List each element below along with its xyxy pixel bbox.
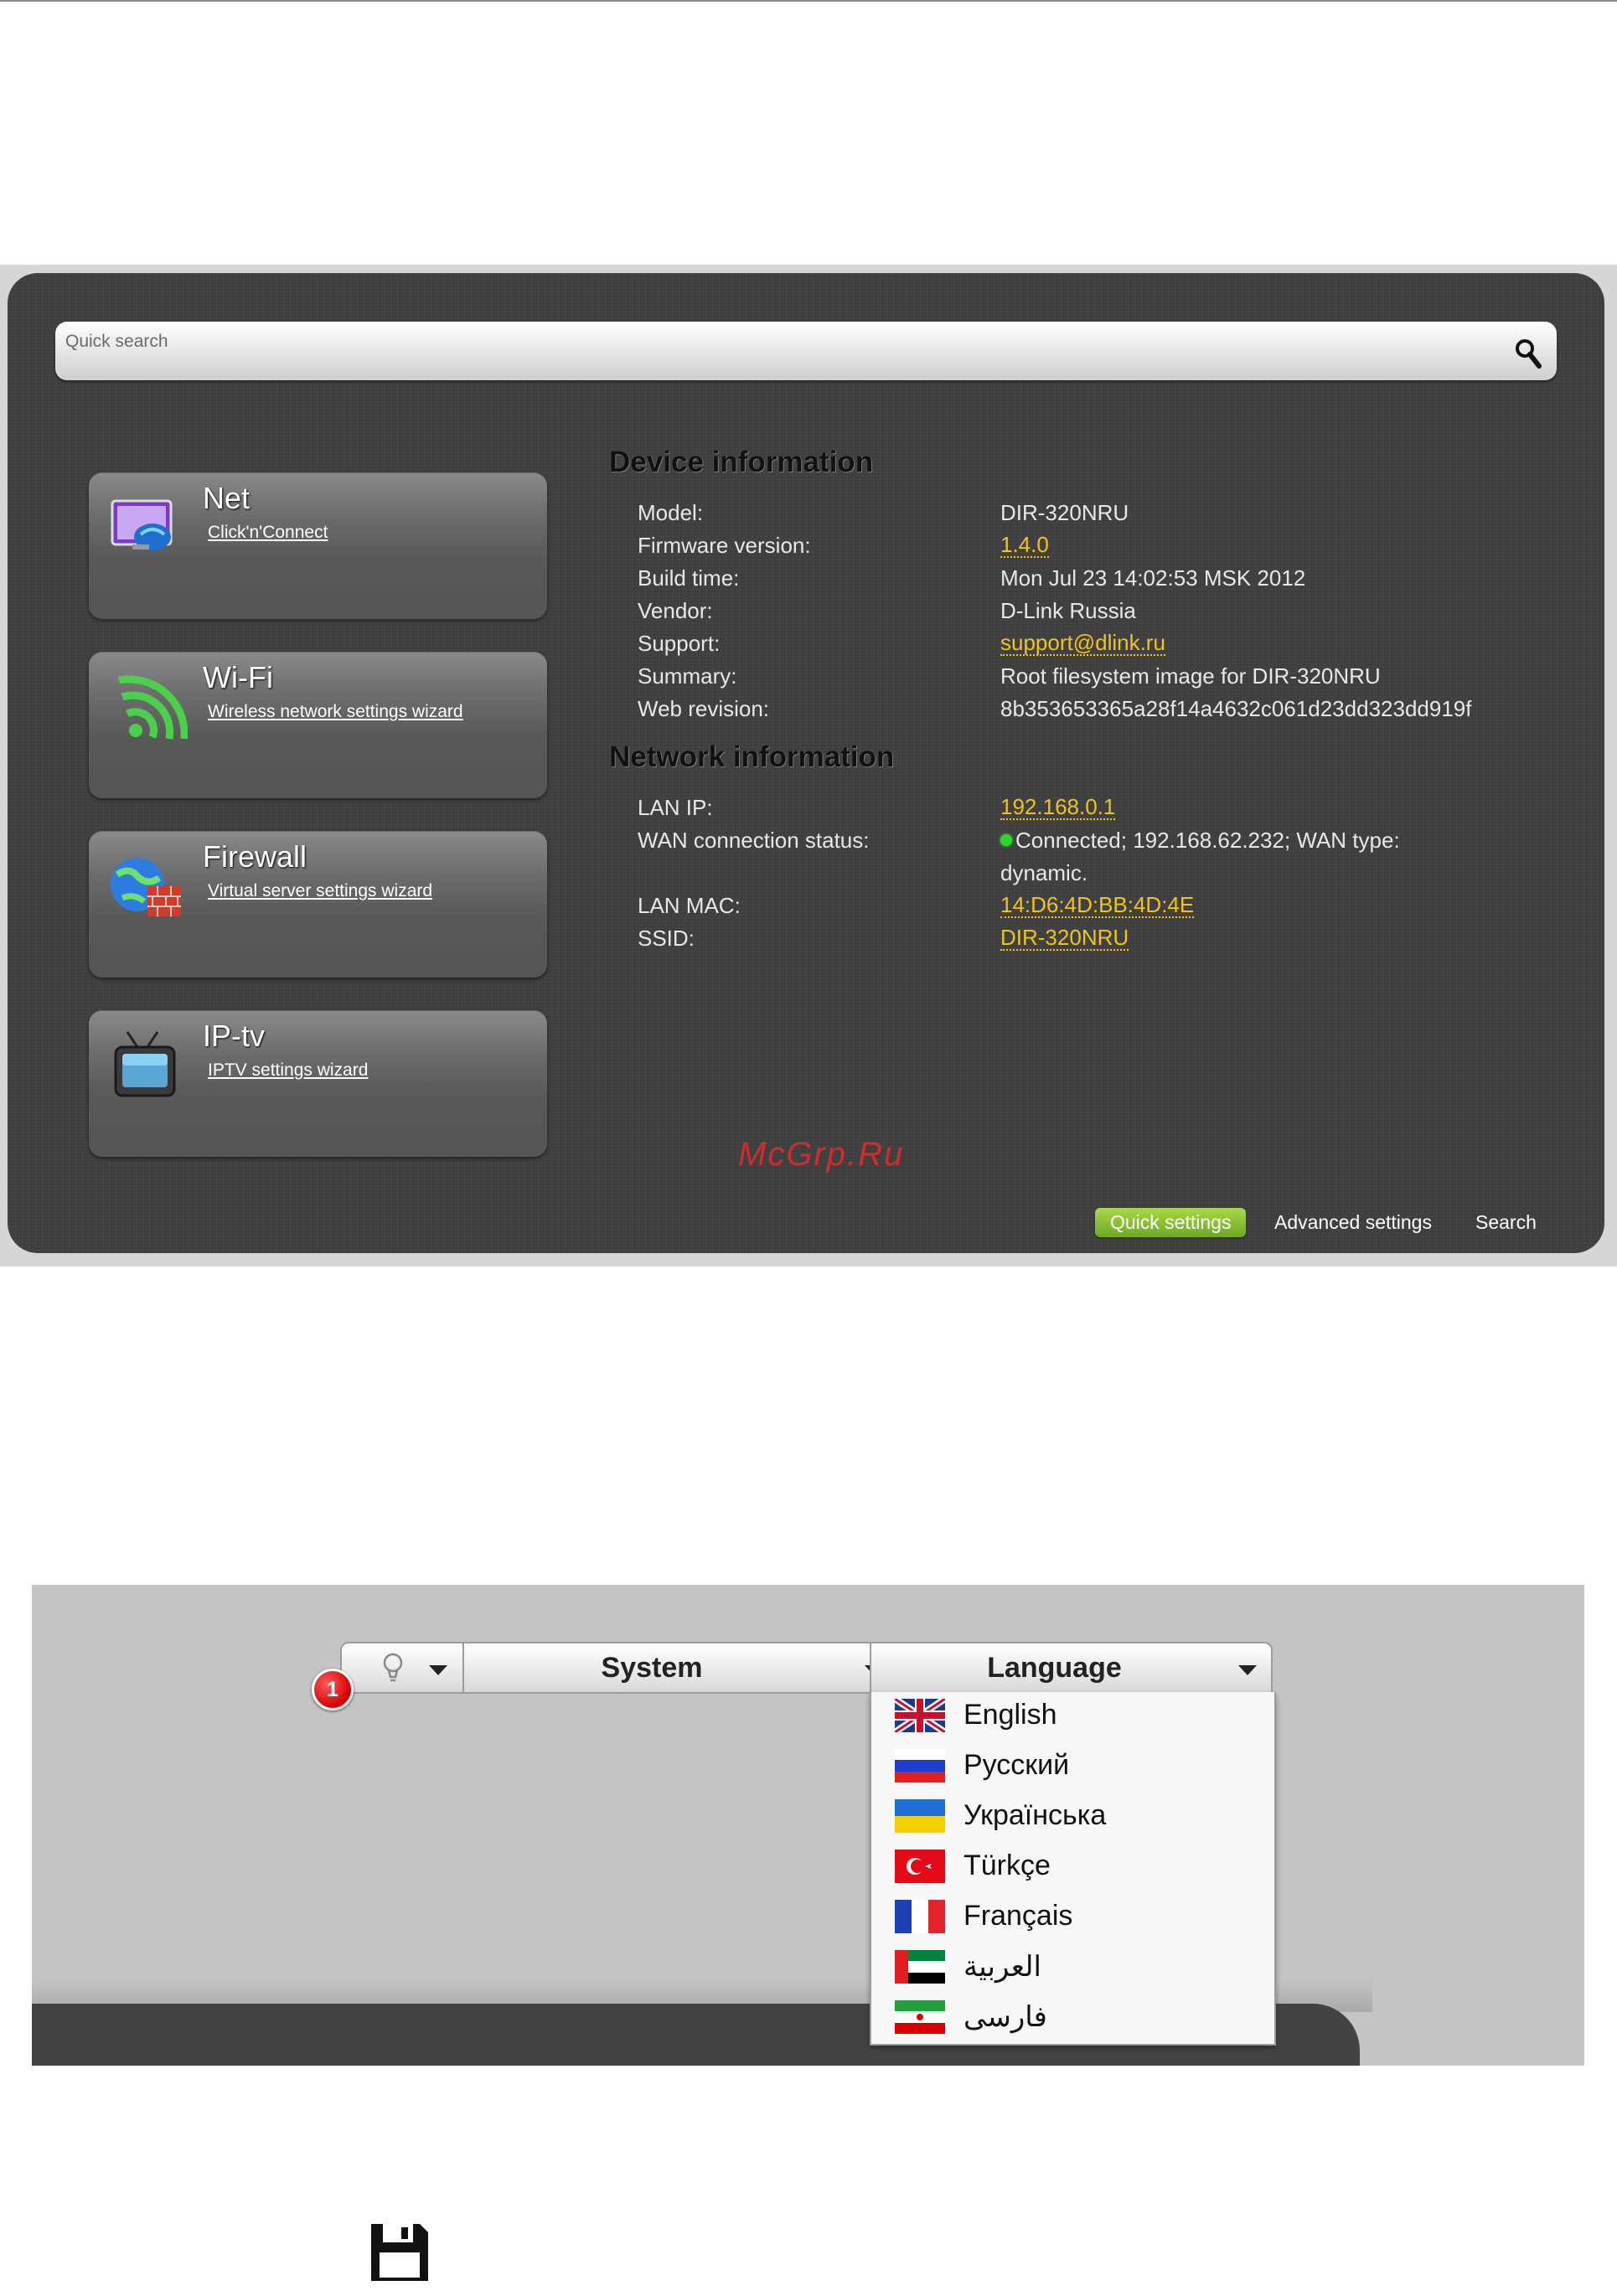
turkey-flag-icon (895, 1850, 945, 1883)
main-panel: Net Click'n'Connect Wi-Fi Wireless netwo… (8, 273, 1604, 1253)
click-n-connect-link[interactable]: Click'n'Connect (208, 523, 328, 543)
virtual-server-wizard-link[interactable]: Virtual server settings wizard (208, 881, 432, 901)
system-menu-button[interactable]: System (462, 1642, 901, 1694)
language-menu-screenshot: 1 System Language English Русский Україн… (32, 1585, 1584, 2066)
wifi-icon (118, 675, 188, 740)
wan-status-value: Connected; 192.168.62.232; WAN type: (1000, 828, 1400, 854)
language-menu-button[interactable]: Language (870, 1642, 1273, 1694)
language-option-persian[interactable]: فارسی (871, 1994, 1274, 2044)
search-nav-button[interactable]: Search (1475, 1211, 1537, 1234)
tile-iptv[interactable]: IP-tv IPTV settings wizard (89, 1010, 547, 1157)
tile-title: Firewall (203, 839, 307, 874)
iptv-wizard-link[interactable]: IPTV settings wizard (208, 1060, 368, 1081)
model-value: DIR-320NRU (1000, 500, 1129, 525)
floppy-disk-icon[interactable] (366, 2219, 433, 2286)
wan-type-value: dynamic. (1000, 860, 1088, 885)
language-label: Русский (963, 1749, 1070, 1781)
language-option-ukrainian[interactable]: Українська (871, 1793, 1274, 1843)
summary-value: Root filesystem image for DIR-320NRU (1000, 663, 1381, 689)
language-menu-label: Language (987, 1652, 1122, 1684)
language-option-turkish[interactable]: Türkçe (871, 1843, 1274, 1893)
language-option-english[interactable]: English (871, 1692, 1274, 1742)
language-label: Türkçe (963, 1850, 1051, 1881)
language-dropdown: English Русский Українська Türkçe França… (870, 1692, 1276, 2046)
device-info-title: Device information (609, 446, 874, 478)
language-label: Українська (963, 1799, 1107, 1831)
quick-search-input[interactable] (55, 322, 1490, 357)
firmware-label: Firmware version: (638, 533, 811, 558)
router-main-screenshot: Net Click'n'Connect Wi-Fi Wireless netwo… (0, 265, 1617, 1267)
page-top-rule (0, 0, 1617, 2)
build-time-value: Mon Jul 23 14:02:53 MSK 2012 (1000, 565, 1306, 591)
wan-status-label: WAN connection status: (638, 828, 870, 853)
tile-wifi[interactable]: Wi-Fi Wireless network settings wizard (89, 652, 547, 798)
firmware-link[interactable]: 1.4.0 (1000, 533, 1049, 558)
language-label: English (963, 1699, 1057, 1731)
build-time-label: Build time: (638, 565, 740, 591)
ukraine-flag-icon (895, 1799, 945, 1833)
quick-search-bar (55, 322, 1557, 380)
lan-mac-label: LAN MAC: (638, 893, 741, 918)
tile-title: Net (203, 481, 251, 515)
ssid-link[interactable]: DIR-320NRU (1000, 926, 1129, 951)
support-label: Support: (638, 631, 721, 656)
network-monitor-icon (111, 499, 173, 550)
tv-icon (114, 1031, 176, 1097)
model-label: Model: (638, 500, 704, 525)
language-option-russian[interactable]: Русский (871, 1742, 1274, 1793)
russia-flag-icon (895, 1749, 945, 1783)
tile-title: IP-tv (203, 1019, 266, 1053)
lan-ip-link[interactable]: 192.168.0.1 (1000, 795, 1116, 820)
chevron-down-icon (1238, 1665, 1257, 1675)
advanced-settings-button[interactable]: Advanced settings (1274, 1211, 1432, 1234)
system-menu-label: System (601, 1652, 703, 1684)
language-label: Français (963, 1900, 1073, 1932)
uk-flag-icon (895, 1699, 945, 1732)
lightbulb-icon (383, 1653, 403, 1682)
network-info-title: Network information (609, 740, 895, 773)
tile-net[interactable]: Net Click'n'Connect (89, 472, 547, 619)
tile-title: Wi-Fi (203, 660, 273, 694)
tile-firewall[interactable]: Firewall Virtual server settings wizard (89, 831, 547, 978)
search-icon[interactable] (1513, 337, 1543, 370)
wan-status-text: Connected; 192.168.62.232; WAN type: (1015, 828, 1400, 853)
lan-mac-link[interactable]: 14:D6:4D:BB:4D:4E (1000, 893, 1195, 918)
web-revision-value: 8b353653365a28f14a4632c061d23dd323dd919f (1000, 696, 1472, 721)
language-label: فارسی (963, 2001, 1047, 2033)
watermark: McGrp.Ru (738, 1136, 905, 1173)
language-option-french[interactable]: Français (871, 1893, 1274, 1943)
language-label: العربية (963, 1951, 1041, 1983)
language-option-arabic[interactable]: العربية (871, 1943, 1274, 1994)
wireless-wizard-link[interactable]: Wireless network settings wizard (208, 702, 463, 722)
support-email-link[interactable]: support@dlink.ru (1000, 631, 1165, 656)
summary-label: Summary: (638, 663, 737, 689)
status-ok-icon (1000, 834, 1012, 846)
firewall-globe-icon (111, 858, 181, 916)
web-revision-label: Web revision: (638, 696, 770, 721)
lan-ip-label: LAN IP: (638, 795, 713, 820)
vendor-label: Vendor: (638, 598, 713, 623)
vendor-value: D-Link Russia (1000, 598, 1136, 623)
quick-settings-button[interactable]: Quick settings (1095, 1208, 1247, 1237)
notification-count-badge: 1 (312, 1669, 354, 1710)
uae-flag-icon (895, 1950, 945, 1984)
iran-flag-icon (895, 2000, 945, 2034)
france-flag-icon (895, 1900, 945, 1933)
ssid-label: SSID: (638, 926, 695, 951)
